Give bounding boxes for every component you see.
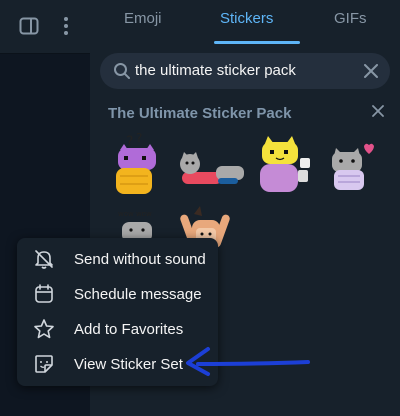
- sticker-lying-cat[interactable]: [178, 150, 248, 195]
- svg-text:?: ?: [126, 134, 133, 150]
- tab-stickers[interactable]: Stickers: [220, 10, 273, 27]
- sticker-search-field[interactable]: the ultimate sticker pack: [100, 53, 390, 89]
- more-options-icon[interactable]: [54, 14, 78, 38]
- panel-tabs: Emoji Stickers GIFs: [90, 0, 400, 44]
- menu-item-label: Send without sound: [74, 251, 206, 268]
- menu-item-send-without-sound[interactable]: Send without sound: [17, 241, 218, 276]
- sticker-confused-cat[interactable]: ? ?: [112, 131, 182, 203]
- sticker-icon: [33, 353, 55, 375]
- menu-item-label: Add to Favorites: [74, 321, 184, 338]
- menu-item-schedule-message[interactable]: Schedule message: [17, 276, 218, 311]
- sticker-cat-with-coffee[interactable]: [258, 134, 318, 201]
- sidebar-toggle-icon[interactable]: [17, 14, 41, 38]
- sticker-set-title: The Ultimate Sticker Pack: [108, 105, 292, 122]
- search-input[interactable]: the ultimate sticker pack: [135, 62, 296, 79]
- annotation-arrow-icon: [180, 340, 315, 385]
- left-toolbar: [0, 0, 90, 54]
- svg-text:?: ?: [136, 132, 142, 145]
- sticker-cat-heart[interactable]: [330, 140, 376, 197]
- clear-search-icon[interactable]: [364, 64, 378, 83]
- menu-item-label: Schedule message: [74, 286, 202, 303]
- bell-off-icon: [33, 248, 55, 270]
- active-tab-indicator: [214, 41, 300, 44]
- calendar-icon: [33, 283, 55, 305]
- svg-text:wow wow: wow wow: [118, 210, 152, 218]
- star-icon: [33, 318, 55, 340]
- close-set-icon[interactable]: [372, 104, 384, 122]
- tab-emoji[interactable]: Emoji: [124, 10, 162, 27]
- search-icon: [113, 62, 131, 85]
- tab-gifs[interactable]: GIFs: [334, 10, 367, 27]
- menu-item-label: View Sticker Set: [74, 356, 183, 373]
